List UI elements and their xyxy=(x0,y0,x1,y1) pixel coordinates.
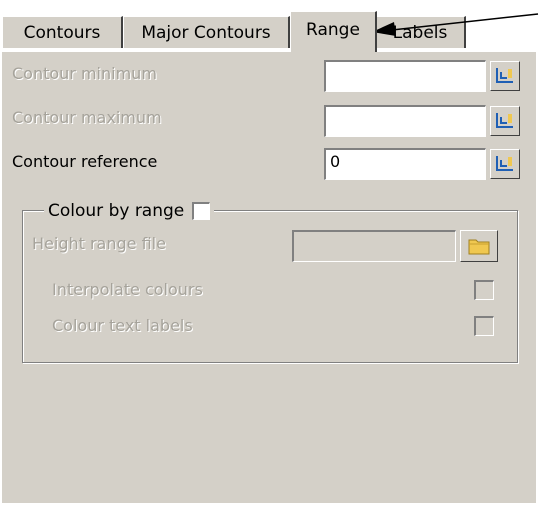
contour-maximum-pick-button[interactable] xyxy=(490,106,520,136)
pick-value-icon xyxy=(496,68,513,83)
contour-minimum-input[interactable] xyxy=(324,60,486,92)
colour-by-range-checkbox[interactable] xyxy=(192,202,211,220)
browse-file-button[interactable] xyxy=(460,230,498,262)
contour-maximum-input[interactable] xyxy=(324,105,486,137)
contour-minimum-label: Contour minimum xyxy=(12,64,157,83)
interpolate-colours-label: Interpolate colours xyxy=(52,280,203,299)
interpolate-colours-checkbox[interactable] xyxy=(474,280,494,300)
contour-maximum-label: Contour maximum xyxy=(12,108,162,127)
callout-arrow xyxy=(372,13,539,36)
tab-label: Range xyxy=(306,20,360,40)
height-range-file-input[interactable] xyxy=(292,230,456,262)
colour-text-labels-checkbox[interactable] xyxy=(474,316,494,336)
colour-by-range-label: Colour by range xyxy=(48,201,185,221)
contour-reference-pick-button[interactable] xyxy=(490,149,520,179)
colour-by-range-legend: Colour by range xyxy=(44,201,215,221)
contour-reference-label: Contour reference xyxy=(12,152,158,171)
pick-value-icon xyxy=(496,156,513,171)
folder-icon xyxy=(468,239,490,255)
tab-range[interactable]: Range xyxy=(290,11,377,52)
contour-minimum-pick-button[interactable] xyxy=(490,61,520,91)
colour-text-labels-label: Colour text labels xyxy=(52,316,193,335)
contour-reference-input[interactable]: 0 xyxy=(324,148,486,180)
range-settings-panel: Contours Major Contours Labels Range Con… xyxy=(2,11,536,503)
pick-value-icon xyxy=(496,113,513,128)
height-range-file-label: Height range file xyxy=(32,234,166,253)
